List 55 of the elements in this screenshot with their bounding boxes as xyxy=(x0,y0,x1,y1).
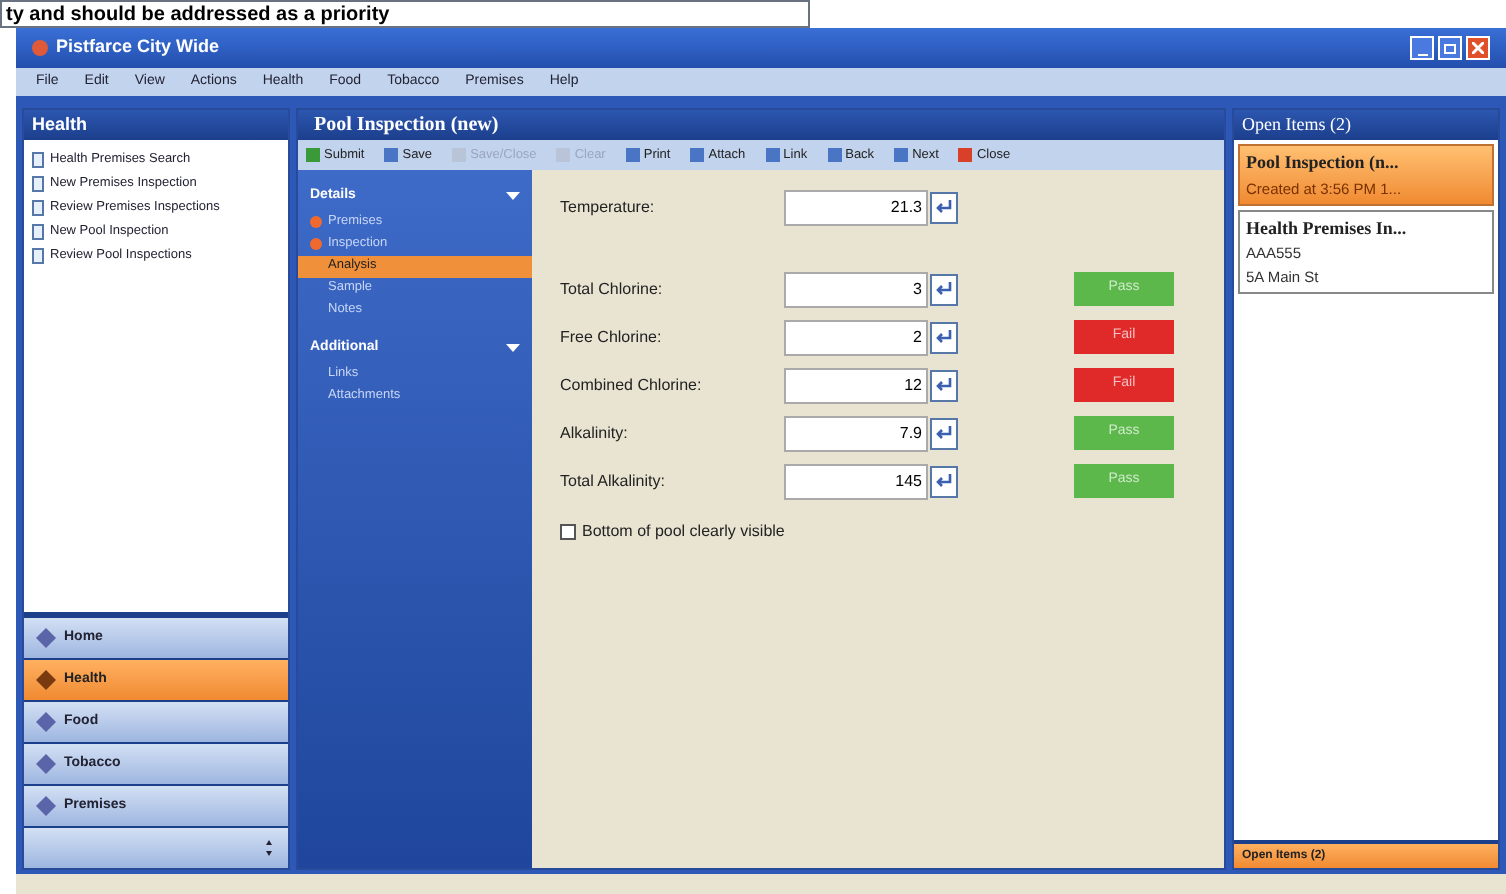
field-label: Total Chlorine: xyxy=(560,277,665,301)
field-label: Alkalinity: xyxy=(560,421,630,445)
toolbar-icon xyxy=(958,148,973,162)
diamond-icon xyxy=(36,754,56,774)
field-label: Free Chlorine: xyxy=(560,325,664,349)
more-icon[interactable] xyxy=(266,840,272,856)
item-title: Health Premises In... xyxy=(1246,215,1409,242)
document-title: Pool Inspection (new) xyxy=(314,112,499,140)
number-field[interactable]: 3 xyxy=(784,271,928,307)
panel-title: Open Items (2) xyxy=(1242,111,1351,138)
enter-arrow-icon xyxy=(936,200,952,214)
enter-button[interactable] xyxy=(930,273,958,305)
field-label: Temperature: xyxy=(560,195,657,219)
field-label: Total Alkalinity: xyxy=(560,469,667,493)
toolbar-icon xyxy=(827,148,842,162)
enter-arrow-icon xyxy=(936,282,952,296)
maximize-button[interactable] xyxy=(1438,36,1462,60)
field-label: Combined Chlorine: xyxy=(560,373,704,397)
collapse-icon[interactable] xyxy=(506,192,520,201)
diamond-icon xyxy=(36,628,56,648)
number-field[interactable]: 7.9 xyxy=(784,415,928,451)
minimize-button[interactable] xyxy=(1410,36,1434,60)
number-field[interactable]: 21.3 xyxy=(784,189,928,225)
enter-arrow-icon xyxy=(936,474,952,488)
number-field[interactable]: 2 xyxy=(784,319,928,355)
diamond-icon xyxy=(36,796,56,816)
callout-text: ty and should be addressed as a priority xyxy=(6,3,390,25)
number-field[interactable]: 145 xyxy=(784,463,928,499)
close-icon xyxy=(1472,42,1484,54)
enter-arrow-icon xyxy=(936,426,952,440)
diamond-icon xyxy=(36,712,56,732)
toolbar-icon xyxy=(894,148,909,162)
checkbox-row[interactable]: Bottom of pool clearly visible xyxy=(560,520,1224,544)
close-button[interactable] xyxy=(1466,36,1490,60)
enter-button[interactable] xyxy=(930,369,958,401)
diamond-icon xyxy=(36,670,56,690)
enter-button[interactable] xyxy=(930,321,958,353)
toolbar-icon xyxy=(625,148,640,162)
item-title: Pool Inspection (n... xyxy=(1246,150,1401,176)
enter-button[interactable] xyxy=(930,417,958,449)
checkbox[interactable] xyxy=(560,524,576,540)
app-icon xyxy=(32,40,48,56)
enter-button[interactable] xyxy=(930,465,958,497)
checkbox-label: Bottom of pool clearly visible xyxy=(582,520,785,544)
toolbar-icon xyxy=(765,148,780,162)
collapse-icon[interactable] xyxy=(506,343,520,352)
window-title: Pistfarce City Wide xyxy=(56,34,219,61)
toolbar-icon xyxy=(384,148,399,162)
toolbar-icon xyxy=(306,148,320,162)
enter-arrow-icon xyxy=(936,330,952,344)
panel-title: Health xyxy=(32,111,88,138)
toolbar-icon xyxy=(690,148,705,162)
number-field[interactable]: 12 xyxy=(784,367,928,403)
enter-button[interactable] xyxy=(930,191,958,223)
enter-arrow-icon xyxy=(936,378,952,392)
